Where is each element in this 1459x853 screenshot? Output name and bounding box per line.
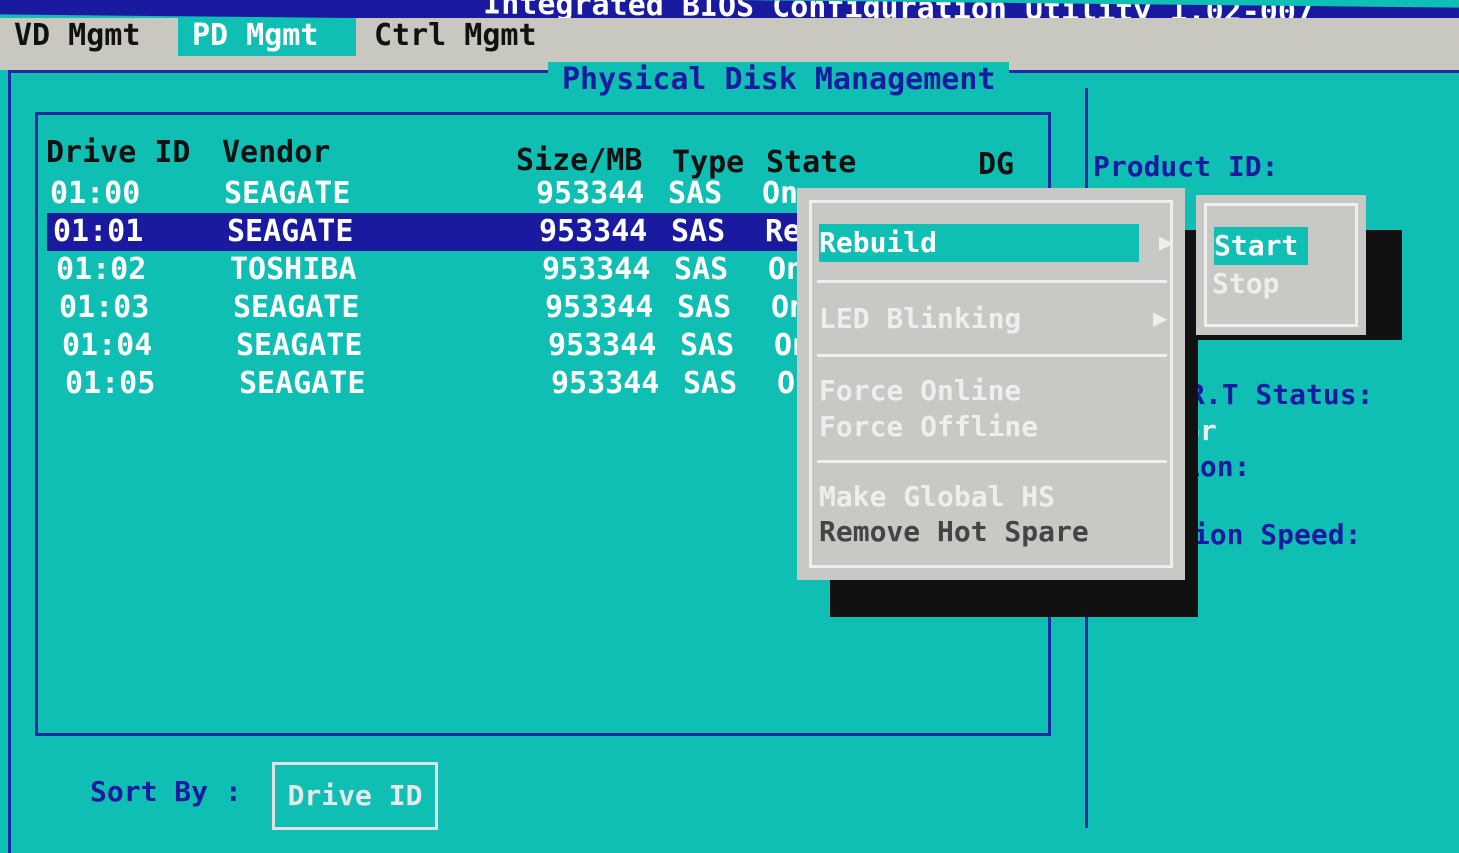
drive-vendor: SEAGATE [227, 214, 354, 249]
drive-id: 01:04 [62, 328, 153, 363]
context-menu: Rebuild ▶ LED Blinking ▶ Force Online Fo… [797, 188, 1185, 580]
submenu-arrow-icon: ▶ [1159, 228, 1174, 256]
drive-id: 01:01 [53, 214, 144, 249]
separator [817, 280, 1167, 283]
drive-vendor: SEAGATE [224, 176, 351, 211]
sort-by-label: Sort By : [90, 775, 242, 808]
submenu-arrow-icon: ▶ [1153, 304, 1168, 332]
drive-size: 953344 [539, 214, 648, 249]
drive-id: 01:00 [50, 176, 141, 211]
col-size: Size/MB [516, 143, 643, 178]
drive-row[interactable]: 01:00 SEAGATE 953344 SAS On [44, 175, 814, 213]
panel-title: Physical Disk Management [548, 62, 1010, 97]
separator [817, 354, 1167, 357]
drive-id: 01:02 [56, 252, 147, 287]
drive-vendor: SEAGATE [236, 328, 363, 363]
tab-ctrl-mgmt[interactable]: Ctrl Mgmt [360, 18, 551, 56]
drive-type: SAS [671, 214, 726, 249]
drive-vendor: TOSHIBA [230, 252, 357, 287]
menu-item-remove-hot-spare[interactable]: Remove Hot Spare [819, 513, 1139, 551]
drive-id: 01:05 [65, 366, 156, 401]
col-drive-id: Drive ID [46, 135, 191, 170]
drive-row[interactable]: 01:05 SEAGATE 953344 SAS On [59, 365, 829, 403]
separator [817, 460, 1167, 463]
drive-type: SAS [683, 366, 738, 401]
drive-type: SAS [680, 328, 735, 363]
tab-pd-mgmt[interactable]: PD Mgmt [178, 18, 356, 56]
drive-type: SAS [674, 252, 729, 287]
menu-item-force-offline[interactable]: Force Offline [819, 408, 1139, 446]
drive-size: 953344 [542, 252, 651, 287]
drive-size: 953344 [551, 366, 660, 401]
menu-item-force-online[interactable]: Force Online [819, 372, 1139, 410]
drive-vendor: SEAGATE [239, 366, 366, 401]
drive-size: 953344 [548, 328, 657, 363]
drive-state: Re [765, 214, 802, 249]
drive-state: On [762, 176, 799, 211]
drive-size: 953344 [545, 290, 654, 325]
drive-type: SAS [677, 290, 732, 325]
col-vendor: Vendor [222, 135, 331, 170]
menu-item-led-blinking[interactable]: LED Blinking [819, 300, 1139, 338]
rebuild-submenu: Start Stop [1196, 195, 1366, 335]
tab-vd-mgmt[interactable]: VD Mgmt [0, 18, 154, 56]
col-dg: DG [978, 147, 1015, 182]
drive-row[interactable]: 01:01 SEAGATE 953344 SAS Re [47, 213, 817, 251]
submenu-item-start[interactable]: Start [1214, 227, 1308, 265]
menu-item-rebuild[interactable]: Rebuild [819, 224, 1139, 262]
menu-item-make-global-hs[interactable]: Make Global HS [819, 478, 1139, 516]
speed-label: tion Speed: [1176, 518, 1362, 551]
drive-id: 01:03 [59, 290, 150, 325]
product-id-label: Product ID: [1093, 150, 1279, 183]
drive-vendor: SEAGATE [233, 290, 360, 325]
drive-row[interactable]: 01:02 TOSHIBA 953344 SAS On [50, 251, 820, 289]
sort-by-select[interactable]: Drive ID [272, 762, 438, 830]
submenu-item-stop[interactable]: Stop [1212, 265, 1312, 303]
drive-row[interactable]: 01:03 SEAGATE 953344 SAS On [53, 289, 823, 327]
drive-type: SAS [668, 176, 723, 211]
menu-label: Rebuild [819, 226, 938, 259]
smart-status-label: R.T Status: [1188, 378, 1374, 411]
drive-row[interactable]: 01:04 SEAGATE 953344 SAS On [56, 327, 826, 365]
drive-size: 953344 [536, 176, 645, 211]
